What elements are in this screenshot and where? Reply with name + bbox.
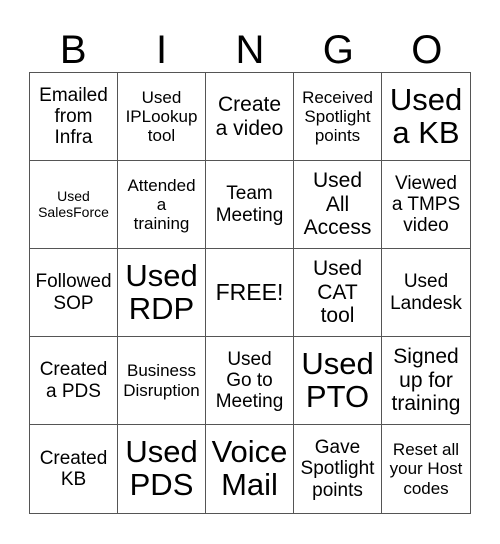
bingo-grid: Emailed from Infra Used IPLookup tool Cr… [29,72,471,514]
bingo-cell[interactable]: Created KB [30,425,118,513]
bingo-cell[interactable]: Create a video [206,73,294,161]
bingo-cell[interactable]: Used PDS [118,425,206,513]
bingo-cell[interactable]: Signed up for training [382,337,470,425]
bingo-cell[interactable]: Used PTO [294,337,382,425]
bingo-cell[interactable]: Business Disruption [118,337,206,425]
bingo-free-cell[interactable]: FREE! [206,249,294,337]
bingo-cell[interactable]: Used All Access [294,161,382,249]
header-letter-o: O [411,28,443,72]
bingo-cell[interactable]: Created a PDS [30,337,118,425]
bingo-cell[interactable]: Team Meeting [206,161,294,249]
bingo-cell[interactable]: Used RDP [118,249,206,337]
bingo-cell[interactable]: Used CAT tool [294,249,382,337]
header-letter-i: I [156,28,168,72]
bingo-cell[interactable]: Emailed from Infra [30,73,118,161]
bingo-cell[interactable]: Used IPLookup tool [118,73,206,161]
bingo-cell[interactable]: Reset all your Host codes [382,425,470,513]
bingo-cell[interactable]: Viewed a TMPS video [382,161,470,249]
bingo-cell[interactable]: Used a KB [382,73,470,161]
bingo-cell[interactable]: Attended a training [118,161,206,249]
bingo-cell[interactable]: Gave Spotlight points [294,425,382,513]
header-letter-g: G [322,28,354,72]
header-letter-n: N [235,28,265,72]
bingo-header: B I N G O [29,28,471,72]
header-letter-b: B [59,28,87,72]
bingo-cell[interactable]: Followed SOP [30,249,118,337]
bingo-cell[interactable]: Used SalesForce [30,161,118,249]
bingo-cell[interactable]: Received Spotlight points [294,73,382,161]
bingo-cell[interactable]: Used Landesk [382,249,470,337]
bingo-cell[interactable]: Voice Mail [206,425,294,513]
bingo-cell[interactable]: Used Go to Meeting [206,337,294,425]
